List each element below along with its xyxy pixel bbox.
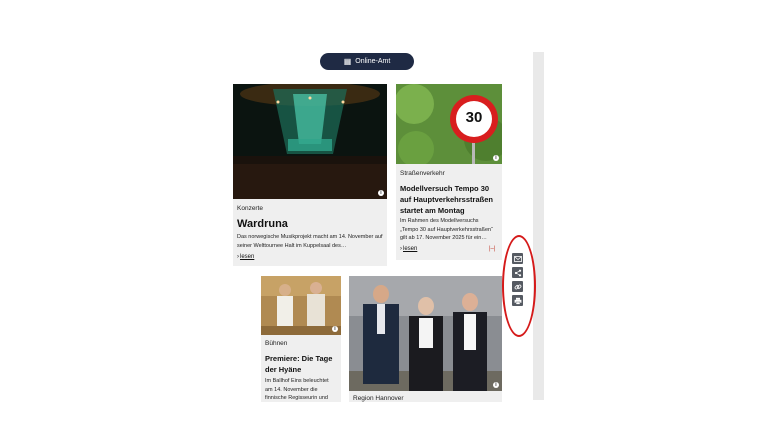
online-amt-button[interactable]: ▦ Online-Amt xyxy=(320,53,414,70)
print-icon xyxy=(514,297,521,305)
news-card-region-hannover[interactable]: i Region Hannover xyxy=(349,276,502,402)
group-photo-image: i xyxy=(349,276,502,391)
card-teaser: Im Ballhof Eins beleuchtet am 14. Novemb… xyxy=(265,378,329,401)
speed-limit-sign-value: 30 xyxy=(465,109,483,126)
building-icon: ▦ xyxy=(343,56,352,66)
card-category: Straßenverkehr xyxy=(400,170,445,177)
card-category: Konzerte xyxy=(237,205,264,212)
chevron-right-icon: › xyxy=(237,254,239,260)
distance-marker-icon: |–| xyxy=(489,246,496,252)
image-info-icon[interactable]: i xyxy=(332,326,338,332)
copy-link-button[interactable] xyxy=(512,281,523,292)
image-info-icon[interactable]: i xyxy=(493,155,499,161)
scrollbar-track[interactable] xyxy=(533,52,544,400)
read-more-label: lesen xyxy=(240,254,255,260)
print-button[interactable] xyxy=(512,295,523,306)
card-teaser: Das norwegische Musikprojekt macht am 14… xyxy=(237,234,383,249)
card-category: Region Hannover xyxy=(353,395,404,402)
mail-button[interactable] xyxy=(512,253,523,264)
news-card-tempo30[interactable]: 30 i Straßenverkehr Modellversuch Tempo … xyxy=(396,84,502,260)
share-toolbar xyxy=(512,253,525,306)
stage-image: i xyxy=(261,276,341,335)
card-title[interactable]: Premiere: Die Tage der Hyäne xyxy=(265,353,337,375)
online-amt-label: Online-Amt xyxy=(355,58,391,65)
news-card-wardruna[interactable]: i Konzerte Wardruna Das norwegische Musi… xyxy=(233,84,387,266)
card-title[interactable]: Modellversuch Tempo 30 auf Hauptverkehrs… xyxy=(400,183,498,216)
card-title[interactable]: Wardruna xyxy=(237,218,383,230)
card-teaser: Im Rahmen des Modellversuchs „Tempo 30 a… xyxy=(400,218,493,241)
read-more-label: lesen xyxy=(403,246,418,252)
image-info-icon[interactable]: i xyxy=(378,190,384,196)
read-more-link[interactable]: ›lesen xyxy=(400,246,417,252)
share-icon xyxy=(514,269,521,276)
mail-icon xyxy=(513,255,522,262)
chevron-right-icon: › xyxy=(400,246,402,252)
read-more-link[interactable]: ›lesen xyxy=(237,254,254,260)
image-info-icon[interactable]: i xyxy=(493,382,499,388)
card-category: Bühnen xyxy=(265,340,288,347)
concert-image: i xyxy=(233,84,387,199)
news-card-premiere[interactable]: i Bühnen Premiere: Die Tage der Hyäne Im… xyxy=(261,276,341,402)
share-button[interactable] xyxy=(512,267,523,278)
link-icon xyxy=(514,284,521,289)
speed-sign-image: 30 i xyxy=(396,84,502,164)
